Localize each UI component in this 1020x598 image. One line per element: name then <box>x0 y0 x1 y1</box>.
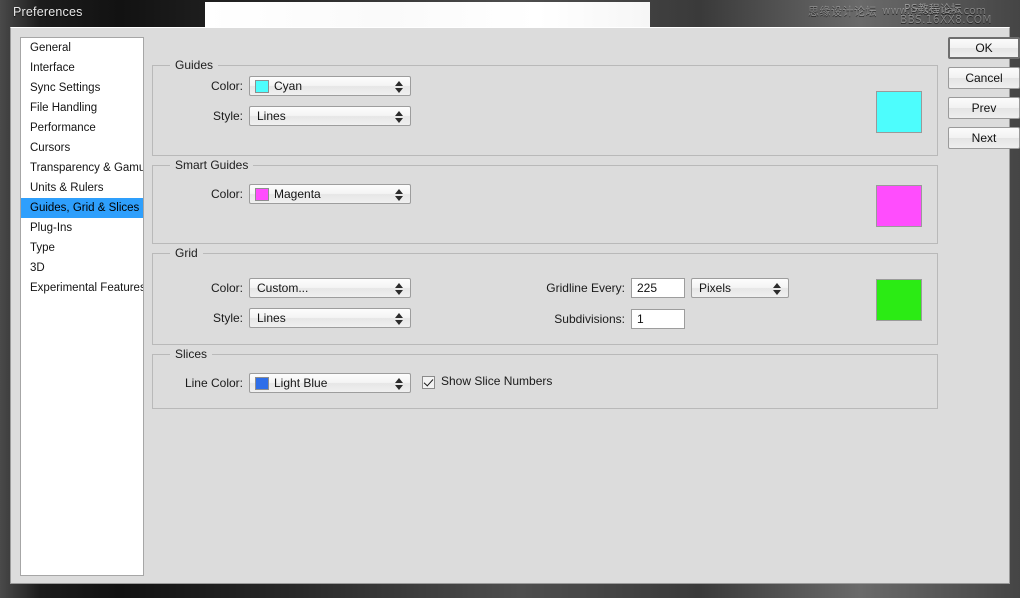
smart-guides-color-label: Color: <box>210 187 243 201</box>
slices-line-color-label: Line Color: <box>184 376 243 390</box>
chevron-updown-icon <box>395 80 404 94</box>
grid-style-label: Style: <box>212 311 243 325</box>
slices-line-color-swatch-icon <box>255 377 269 390</box>
guides-color-swatch-icon <box>255 80 269 93</box>
watermark-forum-name: 思缘设计论坛 <box>808 5 877 18</box>
guides-color-select[interactable]: Cyan <box>249 76 411 96</box>
slices-group: Slices Line Color: Light Blue Show Slice… <box>152 347 938 409</box>
sidebar-item-experimental-features[interactable]: Experimental Features <box>21 278 143 298</box>
sidebar-item-general[interactable]: General <box>21 38 143 58</box>
smart-guides-color-preview[interactable] <box>876 185 922 227</box>
show-slice-numbers-label: Show Slice Numbers <box>441 374 553 388</box>
sidebar-item-sync-settings[interactable]: Sync Settings <box>21 78 143 98</box>
chevron-updown-icon <box>395 110 404 124</box>
grid-subdivisions-input[interactable] <box>631 309 685 329</box>
grid-group: Grid Color: Custom... Style: Lines Gridl… <box>152 246 938 345</box>
watermark-url: www.missyuan.com <box>882 5 986 17</box>
guides-color-label: Color: <box>210 79 243 93</box>
slices-line-color-value: Light Blue <box>274 376 328 390</box>
grid-style-select[interactable]: Lines <box>249 308 411 328</box>
title-bar: Preferences 思缘设计论坛 www.missyuan.com PS教程… <box>0 0 1020 27</box>
application-window: Preferences 思缘设计论坛 www.missyuan.com PS教程… <box>0 0 1020 598</box>
watermark: 思缘设计论坛 www.missyuan.com PS教程论坛 BBS.16XX8… <box>804 0 1014 27</box>
guides-group-title: Guides <box>170 58 219 72</box>
cancel-button[interactable]: Cancel <box>948 67 1020 89</box>
guides-group: Guides Color: Cyan Style: Lines <box>152 58 938 156</box>
chevron-updown-icon <box>395 188 404 202</box>
grid-color-preview[interactable] <box>876 279 922 321</box>
chevron-updown-icon <box>773 282 782 296</box>
title-bar-white-overlay <box>205 2 650 27</box>
prev-button[interactable]: Prev <box>948 97 1020 119</box>
grid-style-value: Lines <box>257 311 286 325</box>
grid-gridline-every-input[interactable] <box>631 278 685 298</box>
sidebar-item-performance[interactable]: Performance <box>21 118 143 138</box>
checkmark-icon <box>422 376 435 389</box>
grid-color-label: Color: <box>210 281 243 295</box>
next-button[interactable]: Next <box>948 127 1020 149</box>
slices-line-color-select[interactable]: Light Blue <box>249 373 411 393</box>
smart-guides-color-value: Magenta <box>274 187 321 201</box>
sidebar-item-interface[interactable]: Interface <box>21 58 143 78</box>
chevron-updown-icon <box>395 377 404 391</box>
guides-color-value: Cyan <box>274 79 303 93</box>
sidebar-item-cursors[interactable]: Cursors <box>21 138 143 158</box>
sidebar-item-3d[interactable]: 3D <box>21 258 143 278</box>
grid-gridline-every-label: Gridline Every: <box>546 281 625 295</box>
window-title: Preferences <box>13 5 83 19</box>
guides-color-preview[interactable] <box>876 91 922 133</box>
smart-guides-group-title: Smart Guides <box>170 158 254 172</box>
grid-group-title: Grid <box>170 246 203 260</box>
grid-gridline-unit-select[interactable]: Pixels <box>691 278 789 298</box>
grid-color-select[interactable]: Custom... <box>249 278 411 298</box>
watermark-tutorial-name: PS教程论坛 <box>904 3 962 15</box>
sidebar-item-transparency-gamut[interactable]: Transparency & Gamut <box>21 158 143 178</box>
watermark-bbs: BBS.16XX8.COM <box>900 14 992 26</box>
smart-guides-color-select[interactable]: Magenta <box>249 184 411 204</box>
guides-style-value: Lines <box>257 109 286 123</box>
smart-guides-color-swatch-icon <box>255 188 269 201</box>
sidebar-item-units-rulers[interactable]: Units & Rulers <box>21 178 143 198</box>
grid-gridline-unit-value: Pixels <box>699 281 732 295</box>
grid-subdivisions-label: Subdivisions: <box>554 312 625 326</box>
slices-group-title: Slices <box>170 347 213 361</box>
chevron-updown-icon <box>395 312 404 326</box>
ok-button[interactable]: OK <box>948 37 1020 59</box>
sidebar-item-plug-ins[interactable]: Plug-Ins <box>21 218 143 238</box>
grid-color-value: Custom... <box>257 281 309 295</box>
preferences-category-list[interactable]: General Interface Sync Settings File Han… <box>20 37 144 576</box>
chevron-updown-icon <box>395 282 404 296</box>
sidebar-item-type[interactable]: Type <box>21 238 143 258</box>
sidebar-item-guides-grid-slices[interactable]: Guides, Grid & Slices <box>21 198 143 218</box>
guides-style-select[interactable]: Lines <box>249 106 411 126</box>
smart-guides-group: Smart Guides Color: Magenta <box>152 158 938 244</box>
preferences-panel: Guides Color: Cyan Style: Lines Smart Gu… <box>152 37 938 576</box>
guides-style-label: Style: <box>212 109 243 123</box>
sidebar-item-file-handling[interactable]: File Handling <box>21 98 143 118</box>
preferences-dialog: General Interface Sync Settings File Han… <box>10 27 1020 584</box>
